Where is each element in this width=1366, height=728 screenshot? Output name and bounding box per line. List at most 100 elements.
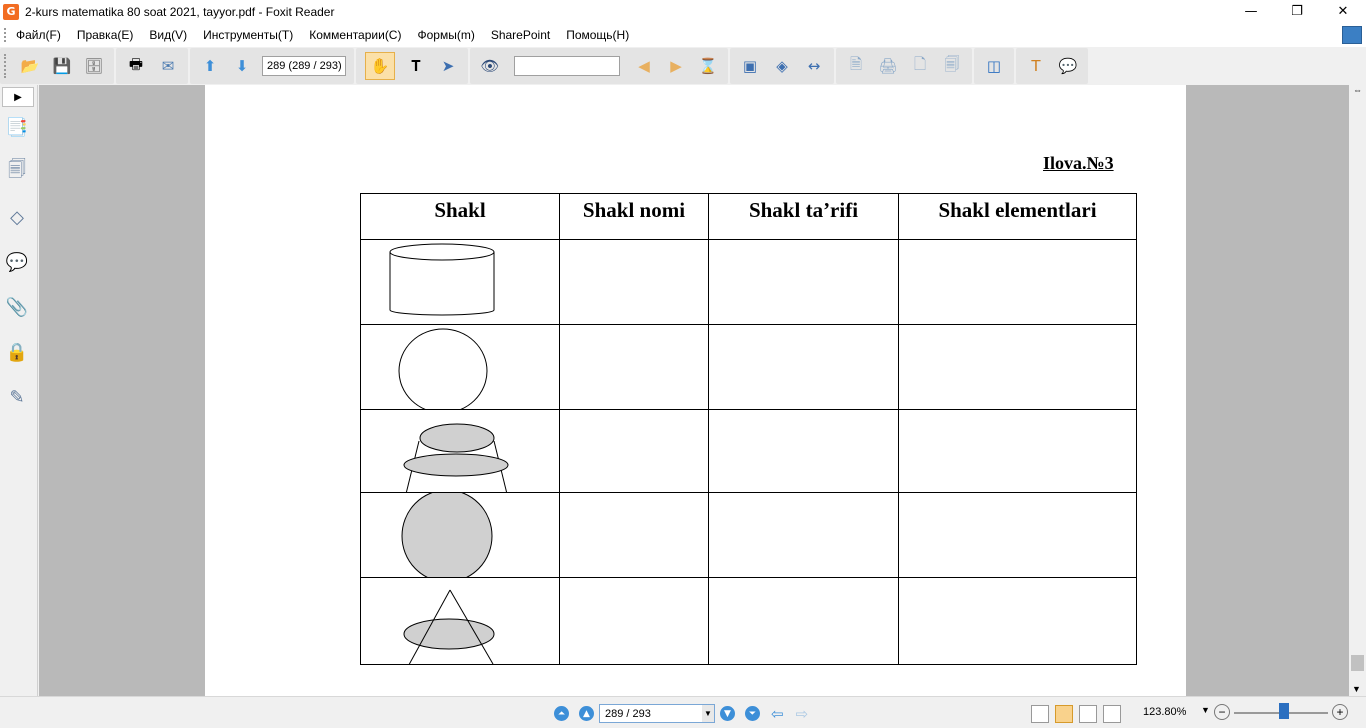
- menu-tools[interactable]: Инструменты(T): [203, 28, 293, 42]
- header-shakl-elementlari: Shakl elementlari: [898, 193, 1137, 240]
- back-view-icon[interactable]: ⇦: [771, 705, 784, 723]
- page-layout-buttons: [1028, 705, 1124, 723]
- pdf-combine-icon[interactable]: 🗐: [941, 55, 963, 77]
- print-icon[interactable]: 🖶: [125, 55, 147, 77]
- table-cell[interactable]: [559, 239, 709, 325]
- table-cell[interactable]: [708, 409, 899, 493]
- table-row: [360, 239, 1137, 325]
- find-options-icon[interactable]: ⌛: [697, 55, 719, 77]
- zoom-level[interactable]: 123.80%: [1143, 706, 1186, 718]
- layers-icon[interactable]: ◇: [4, 203, 30, 231]
- mode-switch-icon[interactable]: [1342, 26, 1362, 44]
- pdf-from-scanner-icon[interactable]: 🖨: [877, 55, 899, 77]
- note-comment-icon[interactable]: 💬: [1057, 55, 1079, 77]
- vertical-scrollbar[interactable]: ⇔ ▼: [1349, 85, 1366, 696]
- zoom-toolbar-group: ▣ ◈ ↔: [730, 48, 834, 84]
- split-handle-icon[interactable]: ⇔: [1349, 85, 1366, 97]
- table-cell[interactable]: [708, 492, 899, 578]
- pages-icon[interactable]: 🗐: [4, 158, 30, 186]
- menu-forms[interactable]: Формы(m): [417, 28, 474, 42]
- menu-comments[interactable]: Комментарии(C): [309, 28, 401, 42]
- menu-help[interactable]: Помощь(H): [566, 28, 629, 42]
- close-button[interactable]: ✕: [1320, 0, 1366, 23]
- pdf-from-file-icon[interactable]: 🗎: [845, 55, 867, 77]
- page-number-value: 289 / 293: [605, 707, 651, 720]
- menu-file[interactable]: Файл(F): [16, 28, 61, 42]
- save-icon[interactable]: 💾: [51, 55, 73, 77]
- table-cell[interactable]: [898, 324, 1137, 410]
- page-dropdown-icon[interactable]: ▼: [702, 705, 714, 722]
- next-page-icon[interactable]: ▼: [720, 706, 735, 721]
- sphere-figure: [360, 492, 560, 578]
- email-icon[interactable]: ✉: [157, 55, 179, 77]
- foxit-connect-icon[interactable]: ◫: [983, 55, 1005, 77]
- zoom-in-icon[interactable]: +: [1332, 704, 1348, 720]
- first-page-icon[interactable]: ⏶: [554, 706, 569, 721]
- foxit-app-icon[interactable]: G: [3, 3, 19, 20]
- appendix-label: Ilova.№3: [1043, 153, 1114, 173]
- expand-panel-icon[interactable]: ▶: [2, 87, 34, 107]
- previous-page-icon[interactable]: ⬆: [199, 55, 221, 77]
- last-page-icon[interactable]: ⏷: [745, 706, 760, 721]
- window-title: 2-kurs matematika 80 soat 2021, tayyor.p…: [25, 4, 335, 19]
- find-input[interactable]: [514, 56, 620, 76]
- table-cell[interactable]: [898, 409, 1137, 493]
- table-cell[interactable]: [559, 324, 709, 410]
- continuous-page-icon[interactable]: [1055, 705, 1073, 723]
- menu-sharepoint[interactable]: SharePoint: [491, 28, 550, 42]
- zoom-out-icon[interactable]: −: [1214, 704, 1230, 720]
- comments-icon[interactable]: 💬: [4, 248, 30, 276]
- menu-view[interactable]: Вид(V): [149, 28, 187, 42]
- attachments-icon[interactable]: 📎: [4, 293, 30, 321]
- table-row: [360, 409, 1137, 493]
- table-cell[interactable]: [559, 409, 709, 493]
- table-row: [360, 324, 1137, 410]
- save-all-icon[interactable]: 🗄: [83, 55, 105, 77]
- signatures-icon[interactable]: ✎: [4, 383, 30, 411]
- fit-page-icon[interactable]: ◈: [771, 55, 793, 77]
- single-page-icon[interactable]: [1031, 705, 1049, 723]
- typewriter-icon[interactable]: T: [1025, 55, 1047, 77]
- next-page-icon[interactable]: ⬇: [231, 55, 253, 77]
- security-lock-icon[interactable]: 🔒: [4, 338, 30, 366]
- page-number-field[interactable]: 289 / 293 ▼: [599, 704, 715, 723]
- restore-button[interactable]: ❐: [1274, 0, 1320, 23]
- header-shakl-tarifi: Shakl ta’rifi: [708, 193, 899, 240]
- table-cell[interactable]: [898, 492, 1137, 578]
- table-cell[interactable]: [898, 577, 1137, 665]
- bookmarks-icon[interactable]: 📑: [4, 113, 30, 141]
- table-cell[interactable]: [708, 324, 899, 410]
- continuous-facing-icon[interactable]: [1103, 705, 1121, 723]
- previous-page-icon[interactable]: ▲: [579, 706, 594, 721]
- pdf-blank-icon[interactable]: 🗋: [909, 55, 931, 77]
- table-cell[interactable]: [559, 492, 709, 578]
- find-toolbar-group: 👁 ◀ ▶ ⌛: [470, 48, 728, 84]
- open-folder-icon[interactable]: 📂: [19, 55, 41, 77]
- minimize-button[interactable]: —: [1228, 0, 1274, 23]
- facing-pages-icon[interactable]: [1079, 705, 1097, 723]
- scrollbar-thumb[interactable]: [1351, 655, 1364, 671]
- zoom-dropdown-icon[interactable]: ▼: [1201, 705, 1210, 715]
- table-cell[interactable]: [559, 577, 709, 665]
- select-annotation-icon[interactable]: ➤: [437, 55, 459, 77]
- hand-tool-icon[interactable]: ✋: [365, 52, 395, 80]
- menu-grip[interactable]: [4, 28, 8, 42]
- zoom-slider-thumb[interactable]: [1279, 703, 1289, 719]
- truncated-cone-figure: [360, 409, 560, 493]
- forward-view-icon[interactable]: ⇨: [796, 705, 809, 723]
- select-text-icon[interactable]: 𝐓: [405, 55, 427, 77]
- binoculars-icon[interactable]: 👁: [479, 55, 501, 77]
- table-header-row: Shakl Shakl nomi Shakl ta’rifi Shakl ele…: [360, 193, 1137, 240]
- menu-edit[interactable]: Правка(E): [77, 28, 134, 42]
- scroll-down-icon[interactable]: ▼: [1352, 684, 1361, 694]
- actual-size-icon[interactable]: ▣: [739, 55, 761, 77]
- fit-width-icon[interactable]: ↔: [803, 55, 825, 77]
- table-cell[interactable]: [708, 577, 899, 665]
- find-next-icon[interactable]: ▶: [665, 55, 687, 77]
- find-previous-icon[interactable]: ◀: [633, 55, 655, 77]
- page-number-input[interactable]: 289 (289 / 293): [262, 56, 346, 76]
- table-cell[interactable]: [708, 239, 899, 325]
- table-cell[interactable]: [898, 239, 1137, 325]
- document-viewer[interactable]: Ilova.№3 Shakl Shakl nomi Shakl ta’rifi …: [39, 85, 1349, 696]
- toolbar-grip[interactable]: [4, 54, 8, 78]
